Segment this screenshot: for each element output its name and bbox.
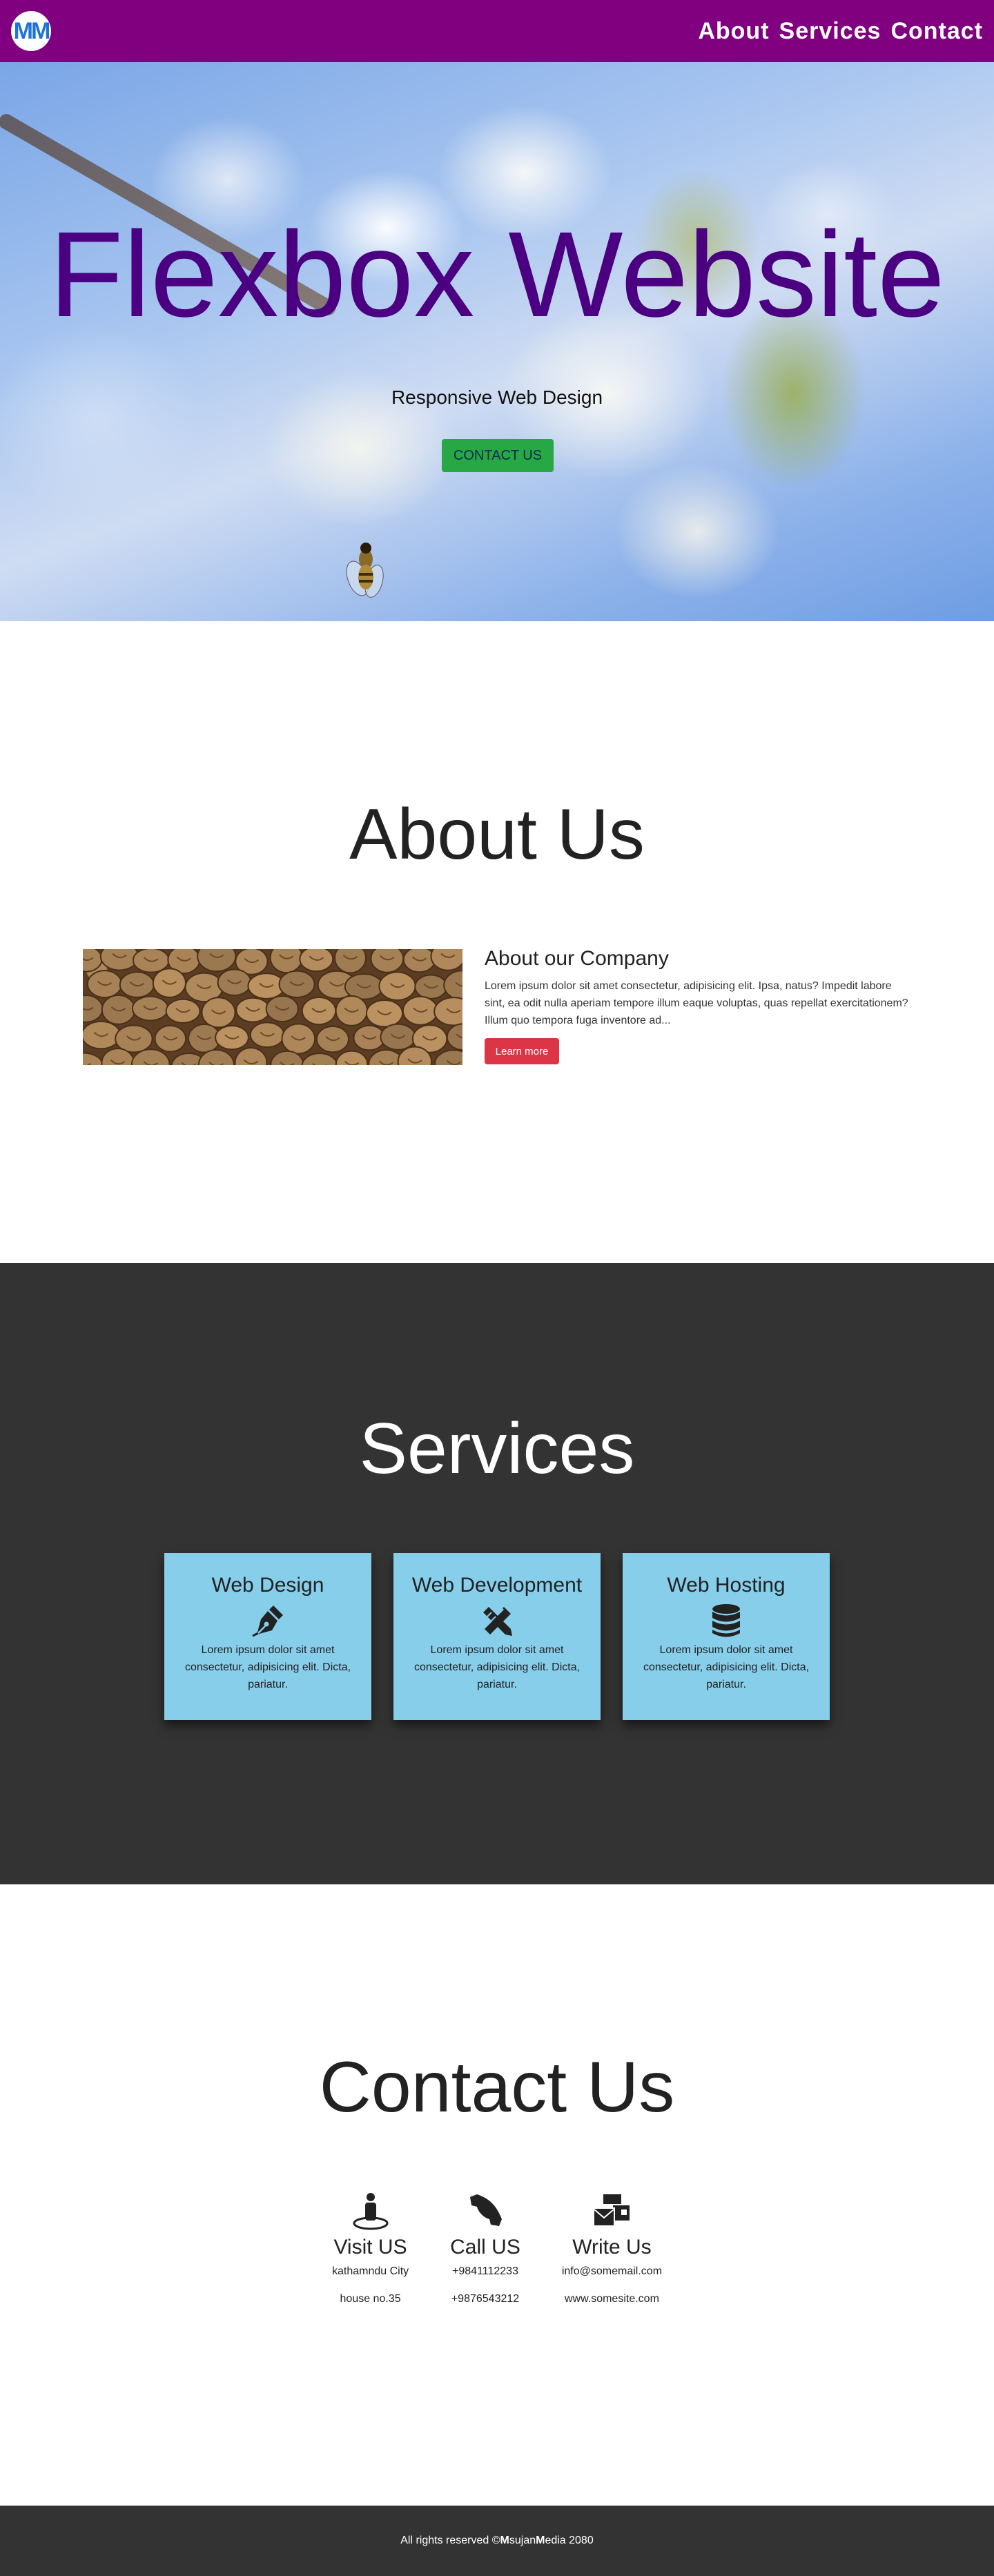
- walnut-shape: [335, 995, 369, 1026]
- contact-write: Write Us info@somemail.com www.somesite.…: [562, 2192, 662, 2306]
- footer-prefix: All rights reserved ©: [400, 2535, 500, 2546]
- contact-call-title: Call US: [450, 2236, 520, 2258]
- service-card-web-hosting: Web Hosting Lorem ipsum dolor sit amet c…: [623, 1553, 830, 1720]
- service-cards: Web Design Lorem ipsum dolor sit amet co…: [164, 1553, 830, 1720]
- walnut-shape: [83, 994, 104, 1023]
- nav-links: About Services Contact: [698, 18, 983, 45]
- service-card-title: Web Development: [411, 1574, 583, 1597]
- walnut-shape: [301, 1053, 338, 1065]
- contact-section: Contact Us Visit US kathamndu City house…: [0, 1884, 994, 2506]
- walnut-shape: [201, 997, 236, 1028]
- contact-columns: Visit US kathamndu City house no.35 Call…: [0, 2192, 994, 2306]
- service-card-text: Lorem ipsum dolor sit amet consectetur, …: [184, 1644, 351, 1690]
- nav-link-about[interactable]: About: [698, 18, 769, 45]
- walnut-shape: [370, 949, 405, 973]
- contact-write-line2[interactable]: www.somesite.com: [562, 2292, 662, 2306]
- logo[interactable]: MM: [11, 11, 51, 51]
- walnut-shape: [365, 999, 404, 1028]
- walnut-shape: [152, 968, 187, 998]
- walnut-shape: [154, 1024, 187, 1053]
- walnut-shape: [83, 1052, 104, 1065]
- nav-link-services[interactable]: Services: [779, 18, 881, 45]
- contact-call: Call US +9841112233 +9876543212: [450, 2192, 520, 2306]
- about-paragraph: Lorem ipsum dolor sit amet consectetur, …: [485, 980, 908, 1026]
- walnut-shape: [197, 949, 237, 973]
- contact-visit-line1: kathamndu City: [331, 2265, 409, 2277]
- walnut-shape: [380, 1023, 416, 1051]
- walnut-shape: [249, 1022, 285, 1048]
- hero-title: Flexbox Website: [49, 207, 945, 342]
- contact-call-line2[interactable]: +9876543212: [450, 2292, 520, 2306]
- contact-write-title: Write Us: [572, 2236, 652, 2258]
- service-card-web-development: Web Development Lorem ipsum dolor sit am…: [393, 1553, 601, 1720]
- walnut-shape: [378, 971, 416, 1001]
- navbar: MM About Services Contact: [0, 0, 994, 62]
- walnut-shape: [119, 971, 155, 998]
- walnut-shape: [269, 949, 303, 974]
- walnut-shape: [402, 995, 438, 1026]
- walnut-shape: [301, 996, 337, 1026]
- pen-nib-icon: [252, 1606, 283, 1637]
- walnut-shape: [278, 970, 315, 999]
- location-person-icon: [353, 2193, 389, 2230]
- mail-bulk-icon: [593, 2194, 630, 2227]
- hero-subtitle: Responsive Web Design: [391, 387, 603, 408]
- footer-brand2-rest: edia 2080: [545, 2535, 594, 2546]
- contact-us-button[interactable]: CONTACT US: [442, 439, 554, 472]
- footer-brand1-rest: sujan: [509, 2535, 536, 2546]
- contact-write-line1[interactable]: info@somemail.com: [562, 2265, 662, 2279]
- service-card-text: Lorem ipsum dolor sit amet consectetur, …: [413, 1644, 581, 1690]
- walnut-shape: [235, 997, 271, 1023]
- walnut-shape: [83, 1020, 121, 1050]
- footer-brand1-initial: M: [500, 2535, 509, 2546]
- walnuts-image: [83, 949, 462, 1065]
- about-title: About Us: [349, 794, 645, 875]
- walnut-shape: [131, 995, 169, 1022]
- walnut-shape: [414, 974, 448, 999]
- walnut-shape: [334, 949, 367, 974]
- service-card-web-design: Web Design Lorem ipsum dolor sit amet co…: [164, 1553, 371, 1720]
- contact-call-line1[interactable]: +9841112233: [450, 2265, 520, 2279]
- contact-title: Contact Us: [319, 2047, 675, 2127]
- walnut-shape: [86, 970, 123, 999]
- about-text-block: About our Company Lorem ipsum dolor sit …: [485, 947, 913, 1029]
- phone-icon: [469, 2194, 502, 2226]
- walnut-shape: [281, 1023, 316, 1055]
- walnut-shape: [315, 1025, 350, 1053]
- walnut-shape: [215, 1025, 249, 1051]
- walnut-shape: [101, 994, 136, 1025]
- services-section: Services Web Design Lorem ipsum dolor si…: [0, 1263, 994, 1884]
- footer: All rights reserved © Msujan Media 2080: [0, 2506, 994, 2576]
- database-icon: [712, 1604, 740, 1637]
- service-card-text: Lorem ipsum dolor sit amet consectetur, …: [643, 1644, 810, 1690]
- hero-content: Flexbox Website Responsive Web Design CO…: [0, 62, 994, 621]
- walnut-shape: [335, 1050, 369, 1065]
- contact-visit-title: Visit US: [333, 2236, 407, 2258]
- services-title: Services: [359, 1409, 635, 1489]
- walnut-shape: [234, 1046, 268, 1065]
- service-card-title: Web Design: [211, 1574, 324, 1597]
- hero-section: Flexbox Website Responsive Web Design CO…: [0, 62, 994, 621]
- tools-icon: [483, 1607, 512, 1636]
- learn-more-button[interactable]: Learn more: [485, 1038, 559, 1064]
- about-heading: About our Company: [485, 947, 669, 970]
- footer-brand2-initial: M: [536, 2535, 545, 2546]
- about-section: About Us About our Company Lorem ipsum d…: [0, 621, 994, 1263]
- walnut-shape: [217, 968, 252, 996]
- service-card-title: Web Hosting: [667, 1574, 786, 1597]
- nav-link-contact[interactable]: Contact: [890, 18, 983, 45]
- walnut-shape: [165, 998, 201, 1024]
- walnut-shape: [265, 995, 299, 1023]
- contact-visit: Visit US kathamndu City house no.35: [332, 2192, 409, 2306]
- contact-visit-line2: house no.35: [340, 2293, 401, 2305]
- walnut-shape: [430, 949, 462, 971]
